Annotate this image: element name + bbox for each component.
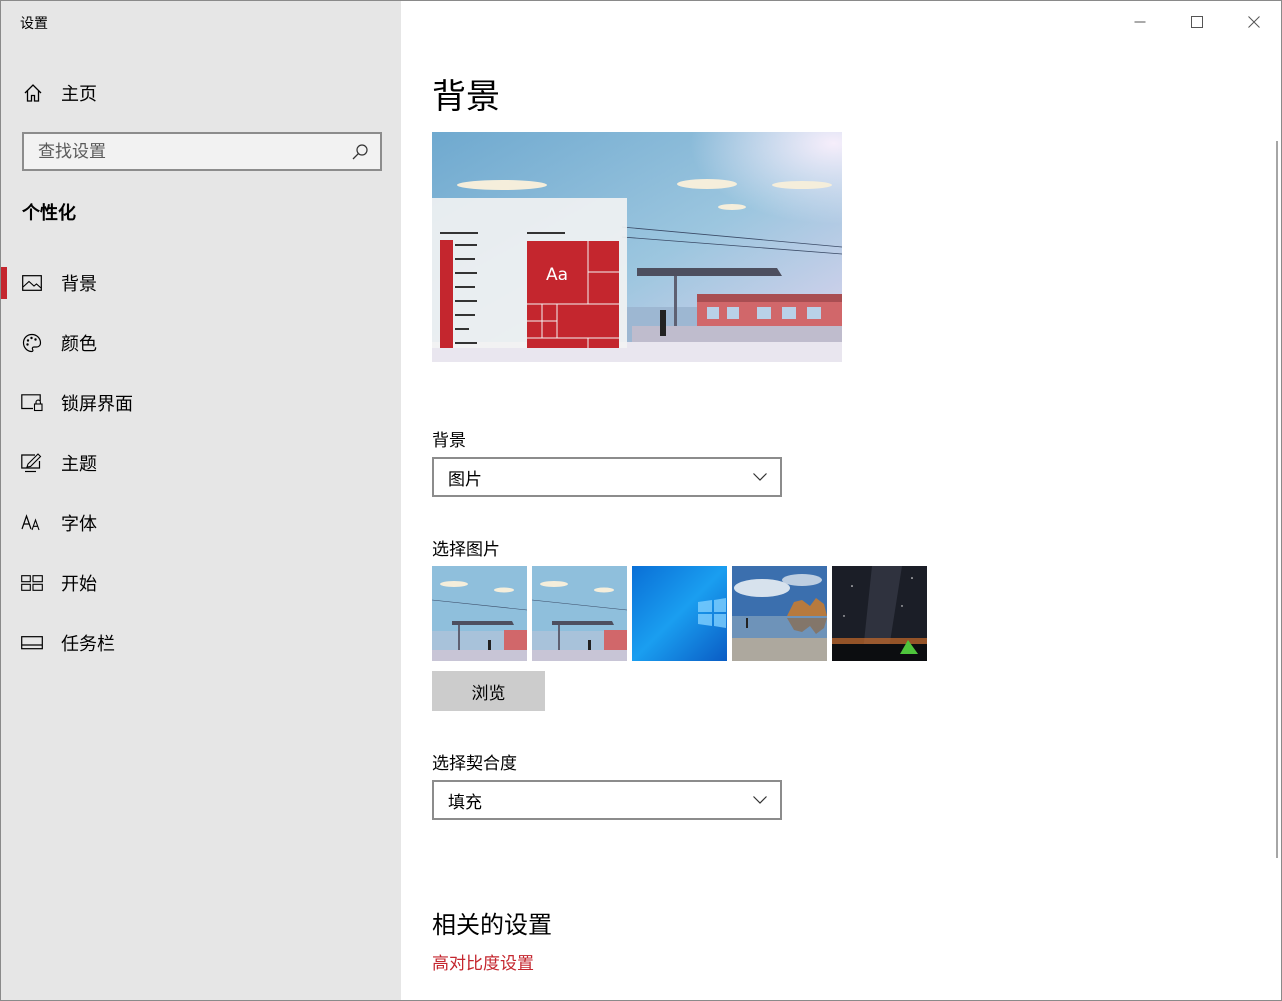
wallpaper-thumbnail[interactable]	[532, 566, 627, 661]
theme-edit-icon	[21, 452, 43, 474]
choose-picture-label: 选择图片	[432, 540, 500, 560]
vertical-scrollbar[interactable]	[1276, 141, 1278, 858]
home-icon	[23, 83, 43, 103]
chevron-down-icon	[750, 467, 770, 487]
wallpaper-thumbnail[interactable]	[632, 566, 727, 661]
background-preview: Aa	[432, 132, 842, 362]
wallpaper-thumbnail[interactable]	[432, 566, 527, 661]
taskbar-icon	[21, 632, 43, 654]
inactive-indicator	[1, 327, 7, 359]
inactive-indicator	[1, 507, 7, 539]
sidebar: 设置 主页 个性化 背景	[1, 1, 401, 1000]
browse-button[interactable]: 浏览	[432, 671, 545, 711]
palette-icon	[21, 332, 43, 354]
maximize-button[interactable]	[1168, 1, 1225, 43]
sidebar-item-background[interactable]: 背景	[1, 253, 401, 313]
sidebar-item-fonts[interactable]: 字体	[1, 493, 401, 553]
preview-tile-text: Aa	[546, 265, 568, 285]
minimize-icon	[1134, 13, 1146, 32]
sidebar-item-label: 开始	[61, 574, 97, 595]
related-settings-title: 相关的设置	[432, 911, 552, 939]
high-contrast-settings-link[interactable]: 高对比度设置	[432, 949, 534, 974]
minimize-button[interactable]	[1111, 1, 1168, 43]
background-type-dropdown[interactable]: 图片	[432, 457, 782, 497]
background-label: 背景	[432, 431, 466, 451]
lock-screen-icon	[21, 392, 43, 414]
settings-window: 设置 主页 个性化 背景	[0, 0, 1282, 1001]
close-icon	[1247, 13, 1260, 32]
sidebar-item-start[interactable]: 开始	[1, 553, 401, 613]
search-input[interactable]	[24, 141, 349, 162]
fit-value: 填充	[448, 792, 482, 813]
search-icon[interactable]	[349, 141, 371, 163]
personalization-nav: 背景 颜色 锁屏界面 主题 字体 开始 任务栏	[1, 253, 401, 673]
font-icon	[21, 512, 43, 534]
preview-wallpaper: Aa	[432, 132, 842, 362]
background-type-value: 图片	[448, 469, 482, 490]
close-button[interactable]	[1225, 1, 1281, 43]
picture-thumbnails	[432, 566, 927, 661]
settings-search-box[interactable]	[22, 132, 382, 171]
sidebar-item-label: 背景	[61, 274, 97, 295]
wallpaper-thumbnail[interactable]	[832, 566, 927, 661]
sidebar-item-label: 字体	[61, 514, 97, 535]
fit-dropdown[interactable]: 填充	[432, 780, 782, 820]
active-indicator	[1, 267, 7, 299]
start-grid-icon	[21, 572, 43, 594]
chevron-down-icon	[750, 790, 770, 810]
picture-icon	[21, 272, 43, 294]
sidebar-item-colors[interactable]: 颜色	[1, 313, 401, 373]
page-title: 背景	[432, 77, 500, 117]
choose-fit-label: 选择契合度	[432, 754, 517, 774]
sidebar-item-label: 主题	[61, 454, 97, 475]
sidebar-item-lock-screen[interactable]: 锁屏界面	[1, 373, 401, 433]
sidebar-item-taskbar[interactable]: 任务栏	[1, 613, 401, 673]
sidebar-item-themes[interactable]: 主题	[1, 433, 401, 493]
inactive-indicator	[1, 627, 7, 659]
sidebar-item-label: 任务栏	[61, 634, 115, 655]
home-label: 主页	[61, 84, 97, 105]
main-content: 背景 Aa 背景 图片 选择图片 浏览 选择契合度 填充 相关的设置 高对比度设…	[402, 1, 1281, 1000]
section-title: 个性化	[22, 203, 76, 224]
maximize-icon	[1190, 13, 1203, 32]
inactive-indicator	[1, 447, 7, 479]
home-nav-item[interactable]: 主页	[1, 73, 401, 113]
sidebar-item-label: 颜色	[61, 334, 97, 355]
sidebar-item-label: 锁屏界面	[61, 394, 133, 415]
app-title: 设置	[20, 16, 48, 32]
inactive-indicator	[1, 567, 7, 599]
inactive-indicator	[1, 387, 7, 419]
wallpaper-thumbnail[interactable]	[732, 566, 827, 661]
